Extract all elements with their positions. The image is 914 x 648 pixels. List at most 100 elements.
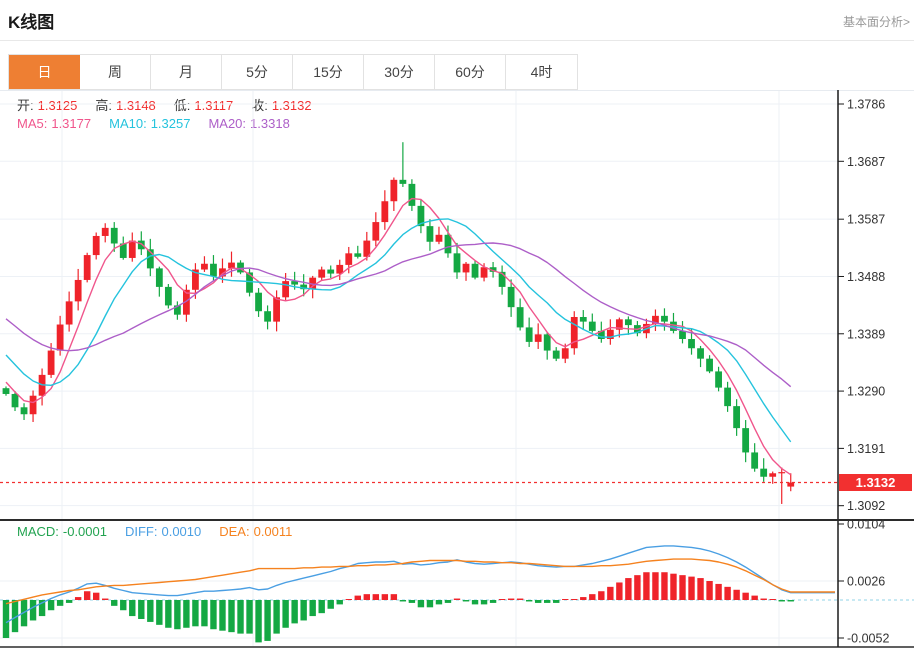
hist-bar-down [544, 600, 551, 603]
hist-bar-up [652, 572, 659, 600]
hist-bar-up [562, 599, 569, 600]
hist-bar-up [372, 594, 380, 600]
macd-value: -0.0001 [62, 524, 107, 539]
candle-body [201, 263, 208, 270]
page-title: K线图 [8, 13, 55, 32]
candle-body [769, 473, 777, 477]
hist-bar-down [29, 600, 37, 621]
candle-body [29, 395, 37, 415]
candle-body [462, 263, 470, 273]
candle-body [155, 268, 163, 287]
candle-body [20, 407, 28, 415]
hist-bar-down [462, 600, 470, 602]
hist-bar-up [516, 598, 524, 600]
hist-bar-up [688, 576, 695, 600]
hist-bar-up [363, 594, 370, 600]
hist-bar-up [589, 594, 596, 600]
hist-bar-up [670, 573, 677, 600]
y-axis-label: -0.0052 [847, 632, 889, 646]
hist-bar-down [246, 600, 253, 634]
hist-bar-up [102, 598, 109, 600]
hist-bar-down [300, 600, 307, 621]
candle-body [74, 279, 82, 302]
hist-bar-up [498, 599, 506, 600]
hist-bar-up [345, 599, 352, 600]
tab-7[interactable]: 4时 [506, 55, 577, 89]
hist-bar-down [165, 600, 172, 628]
hist-bar-up [625, 578, 632, 600]
hist-bar-down [2, 600, 10, 639]
hist-bar-down [534, 600, 542, 603]
hist-bar-up [769, 599, 776, 600]
hist-bar-up [634, 575, 641, 600]
candle-body [742, 428, 750, 453]
candle-body [92, 235, 100, 256]
y-axis-label: 1.3587 [847, 213, 885, 227]
tab-6[interactable]: 60分 [435, 55, 506, 89]
hist-bar-up [706, 580, 713, 600]
hist-bar-down [264, 600, 271, 641]
hist-bar-up [93, 592, 100, 600]
hist-bar-up [598, 591, 605, 600]
hist-bar-down [399, 600, 407, 602]
candle-body [778, 472, 786, 474]
y-axis-label: 1.3687 [847, 155, 885, 169]
candle-body [47, 350, 55, 375]
hist-bar-up [697, 578, 704, 600]
candle-body [264, 311, 271, 322]
candle-body [372, 222, 380, 241]
hist-bar-up [724, 586, 731, 600]
hist-bar-down [318, 600, 325, 614]
candle-body [706, 358, 713, 372]
candle-body [273, 297, 280, 322]
hist-bar-up [580, 597, 587, 600]
tab-1[interactable]: 周 [80, 55, 151, 89]
macd-legend: MACD: -0.0001 DIFF: 0.0010 DEA: 0.0011 [17, 524, 296, 539]
candlestick-chart[interactable]: 1.3786 1.3687 1.3587 1.3488 1.3389 1.3290 1.31… [0, 88, 914, 519]
candle-body [137, 240, 145, 250]
fundamental-analysis-link[interactable]: 基本面分析> [843, 13, 910, 30]
hist-bar-down [219, 600, 226, 631]
hist-bar-down [787, 600, 794, 602]
hist-bar-down [282, 600, 289, 628]
hist-bar-up [607, 586, 614, 600]
hist-bar-up [571, 599, 578, 600]
hist-bar-down [273, 600, 280, 634]
hist-bar-up [679, 575, 686, 600]
candle-body [426, 226, 434, 242]
candle-body [164, 286, 172, 306]
candle-body [56, 324, 64, 351]
candle-body [390, 179, 398, 202]
hist-bar-up [643, 572, 650, 600]
y-axis-label: 1.3389 [847, 327, 885, 341]
hist-bar-down [255, 600, 262, 643]
candle-body [210, 263, 217, 277]
candle-body [110, 227, 118, 244]
y-axis-label: 0.0026 [847, 574, 885, 588]
hist-bar-down [210, 600, 217, 630]
tab-3[interactable]: 5分 [222, 55, 293, 89]
tab-5[interactable]: 30分 [364, 55, 435, 89]
hist-bar-down [183, 600, 190, 628]
tab-4[interactable]: 15分 [293, 55, 364, 89]
hist-bar-down [444, 600, 452, 603]
candle-body [525, 327, 533, 342]
candle-body [327, 269, 335, 274]
tab-2[interactable]: 月 [151, 55, 222, 89]
hist-bar-up [390, 594, 398, 600]
hist-bar-up [733, 589, 740, 600]
hist-bar-up [453, 598, 461, 600]
candle-body [543, 334, 551, 351]
hist-bar-down [147, 600, 154, 622]
hist-bar-down [228, 600, 235, 633]
candle-body [679, 330, 686, 339]
hist-bar-up [74, 597, 82, 600]
tab-0-active[interactable]: 日 [9, 55, 80, 89]
hist-bar-down [426, 600, 434, 608]
hist-bar-down [111, 600, 118, 606]
candle-body [588, 321, 596, 331]
candle-body [246, 272, 253, 293]
hist-bar-down [291, 600, 298, 624]
hist-bar-down [489, 600, 497, 603]
candle-body [579, 316, 587, 322]
